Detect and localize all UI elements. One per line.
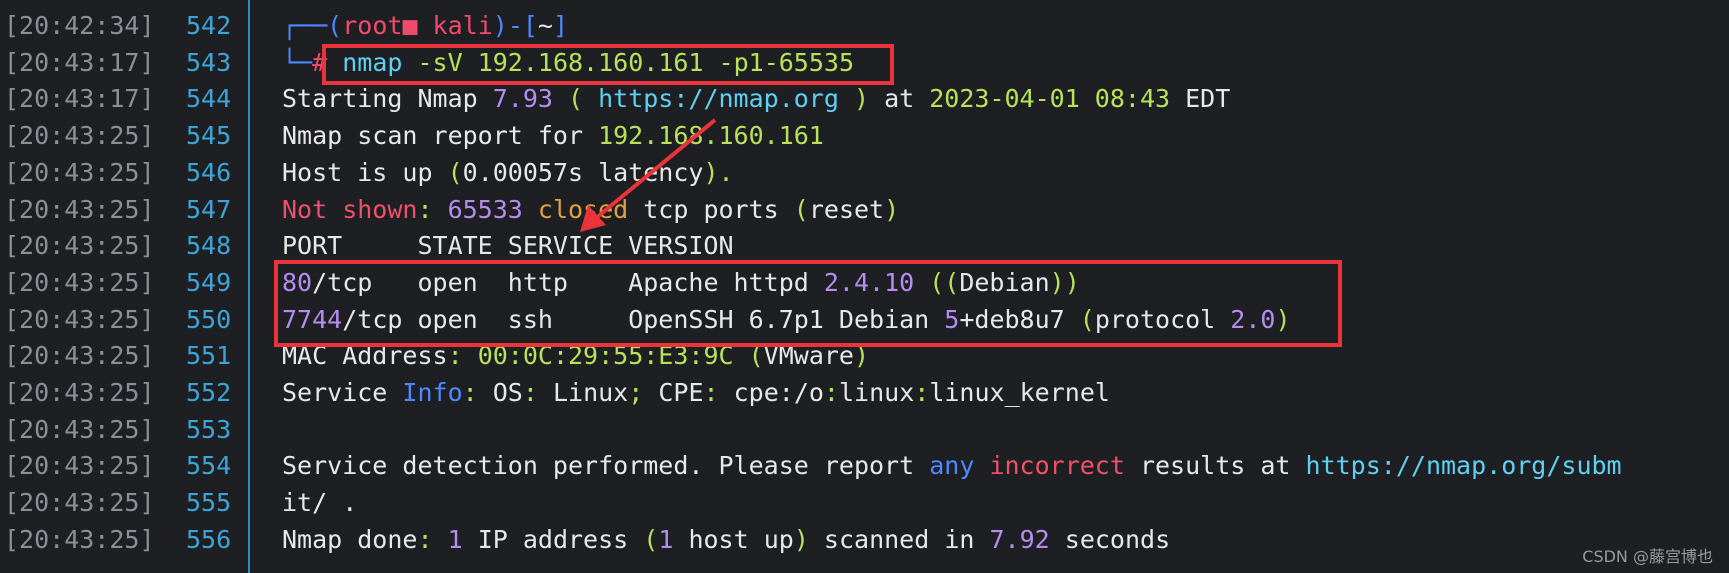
- arrow-head: [580, 205, 606, 232]
- watermark: CSDN @藤宫博也: [1582, 547, 1713, 566]
- arrow-shaft: [594, 118, 717, 220]
- terminal-window: [20:42:34] 542 [20:43:17] 543 [20:43:17] 544[…: [0, 0, 1729, 573]
- annotation-arrow: [580, 118, 717, 232]
